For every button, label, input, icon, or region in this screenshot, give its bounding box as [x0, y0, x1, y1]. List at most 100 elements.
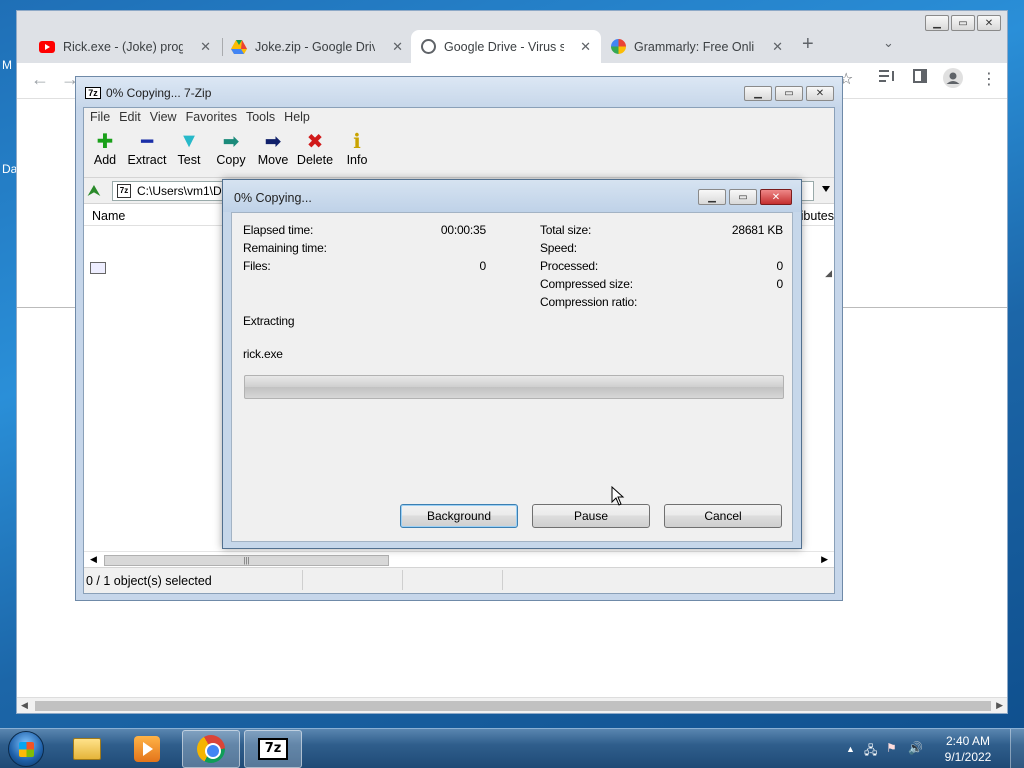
copying-dialog: 0% Copying... ▁ ▭ ✕ Elapsed time: 00:00:… — [222, 179, 802, 549]
tab-google-drive-virus-scan[interactable]: Google Drive - Virus sca ✕ — [411, 30, 601, 63]
google-drive-icon — [231, 39, 247, 54]
tray-expand-icon[interactable]: ▲ — [846, 744, 855, 754]
remaining-time-label: Remaining time: — [243, 241, 327, 255]
up-folder-icon[interactable]: ⮝ — [88, 182, 106, 200]
copy-button[interactable]: ➡ Copy — [210, 129, 252, 168]
window-title: 0% Copying... 7-Zip — [106, 86, 212, 100]
tab-close-icon[interactable]: ✕ — [772, 39, 783, 55]
scroll-left-icon[interactable]: ◀ — [90, 554, 97, 565]
maximize-button[interactable]: ▭ — [951, 15, 975, 31]
tab-close-icon[interactable]: ✕ — [200, 39, 211, 55]
column-attributes[interactable]: Attributes — [798, 209, 834, 223]
action-center-flag-icon[interactable]: ⚑ — [886, 741, 897, 755]
side-panel-icon[interactable] — [913, 69, 927, 88]
info-button[interactable]: ℹ Info — [336, 129, 378, 168]
close-button[interactable]: ✕ — [806, 86, 834, 101]
menu-view[interactable]: View — [150, 110, 186, 124]
taskbar-media-player[interactable] — [118, 730, 176, 768]
total-size-label: Total size: — [540, 223, 592, 237]
operation-label: Extracting — [243, 314, 295, 328]
dialog-title: 0% Copying... — [234, 191, 312, 205]
copy-label: Copy — [216, 153, 246, 167]
close-button[interactable]: ✕ — [977, 15, 1001, 31]
taskbar: 7z ▲ 🖧 ⚑ 🔊 2:40 AM 9/1/2022 — [0, 728, 1024, 768]
tab-joke-zip[interactable]: Joke.zip - Google Drive ✕ — [221, 30, 413, 63]
show-desktop-button[interactable] — [1010, 729, 1024, 768]
taskbar-chrome[interactable] — [182, 730, 240, 768]
tab-rick-exe[interactable]: Rick.exe - (Joke) progra ✕ — [29, 30, 221, 63]
profile-avatar-icon[interactable] — [943, 68, 963, 93]
tab-title: Google Drive - Virus sca — [444, 39, 564, 54]
scroll-right-icon[interactable]: ▶ — [821, 554, 828, 565]
file-row-icon[interactable] — [90, 262, 106, 274]
reading-list-icon[interactable] — [879, 69, 895, 88]
tab-search-button[interactable]: ⌄ — [883, 35, 894, 51]
scroll-right-icon[interactable]: ▶ — [996, 700, 1003, 711]
menu-favorites[interactable]: Favorites — [186, 110, 246, 124]
tab-title: Joke.zip - Google Drive — [255, 39, 375, 54]
move-button[interactable]: ➡ Move — [252, 129, 294, 168]
tab-grammarly[interactable]: Grammarly: Free Online ✕ — [601, 30, 793, 63]
tab-close-icon[interactable]: ✕ — [392, 39, 403, 55]
back-button[interactable]: ← — [31, 69, 49, 90]
taskbar-7zip[interactable]: 7z — [244, 730, 302, 768]
menu-file[interactable]: File — [90, 110, 119, 124]
desktop-icon-label: M — [2, 58, 12, 72]
dialog-titlebar[interactable]: 0% Copying... ▁ ▭ ✕ — [223, 180, 801, 212]
minimize-button[interactable]: ▁ — [925, 15, 949, 31]
scroll-thumb[interactable] — [35, 701, 991, 711]
progress-bar — [244, 375, 784, 399]
row-marker: ◢ — [825, 268, 832, 278]
status-separator — [502, 570, 503, 590]
new-tab-button[interactable]: + — [802, 33, 814, 56]
tab-close-icon[interactable]: ✕ — [580, 39, 591, 55]
maximize-button[interactable]: ▭ — [775, 86, 803, 101]
globe-icon — [421, 39, 436, 54]
file-list-horizontal-scrollbar[interactable]: ◀ ||| ▶ — [84, 551, 834, 568]
clock[interactable]: 2:40 AM 9/1/2022 — [938, 733, 998, 765]
cancel-button[interactable]: Cancel — [664, 504, 782, 528]
page-horizontal-scrollbar[interactable]: ◀ ▶ — [17, 697, 1007, 713]
path-dropdown-icon[interactable] — [822, 186, 830, 192]
move-label: Move — [257, 153, 289, 167]
scroll-thumb[interactable]: ||| — [104, 555, 389, 566]
test-label: Test — [177, 153, 201, 167]
path-text: C:\Users\vm1\D — [137, 184, 222, 198]
column-name[interactable]: Name — [92, 209, 125, 223]
background-button[interactable]: Background — [400, 504, 518, 528]
mouse-cursor-icon — [611, 485, 625, 509]
total-size-value: 28681 KB — [731, 223, 783, 237]
processed-label: Processed: — [540, 259, 599, 273]
minimize-button[interactable]: ▁ — [698, 189, 726, 205]
menu-help[interactable]: Help — [284, 110, 319, 124]
taskbar-explorer[interactable] — [58, 730, 116, 768]
browser-menu-icon[interactable]: ⋮ — [981, 69, 997, 89]
menu-tools[interactable]: Tools — [246, 110, 284, 124]
window-controls: ▁ ▭ ✕ — [925, 15, 1001, 31]
dialog-window-controls: ▁ ▭ ✕ — [698, 189, 792, 205]
menu-edit[interactable]: Edit — [119, 110, 150, 124]
scroll-left-icon[interactable]: ◀ — [21, 700, 28, 711]
sevenzip-titlebar[interactable]: 7z 0% Copying... 7-Zip ▁ ▭ ✕ — [76, 77, 842, 107]
minimize-button[interactable]: ▁ — [744, 86, 772, 101]
test-button[interactable]: ▼ Test — [168, 129, 210, 168]
7zip-icon: 7z — [258, 738, 288, 760]
copy-arrow-icon: ➡ — [222, 130, 240, 153]
status-separator — [402, 570, 403, 590]
volume-icon[interactable]: 🔊 — [908, 741, 923, 755]
clock-date: 9/1/2022 — [944, 750, 992, 764]
extract-button[interactable]: ━ Extract — [126, 129, 168, 168]
start-button-icon[interactable] — [8, 731, 44, 767]
compression-ratio-label: Compression ratio: — [540, 295, 638, 309]
folder-icon — [73, 738, 101, 760]
add-button[interactable]: ✚ Add — [84, 129, 126, 168]
network-icon[interactable]: 🖧 — [864, 741, 877, 762]
pause-button[interactable]: Pause — [532, 504, 650, 528]
close-button[interactable]: ✕ — [760, 189, 792, 205]
maximize-button[interactable]: ▭ — [729, 189, 757, 205]
move-arrow-icon: ➡ — [264, 130, 282, 153]
window-controls: ▁ ▭ ✕ — [744, 86, 834, 101]
delete-button[interactable]: ✖ Delete — [294, 129, 336, 168]
elapsed-time-label: Elapsed time: — [243, 223, 314, 237]
sevenzip-toolbar: ✚ Add ━ Extract ▼ Test ➡ Copy ➡ Move ✖ D… — [84, 126, 834, 178]
